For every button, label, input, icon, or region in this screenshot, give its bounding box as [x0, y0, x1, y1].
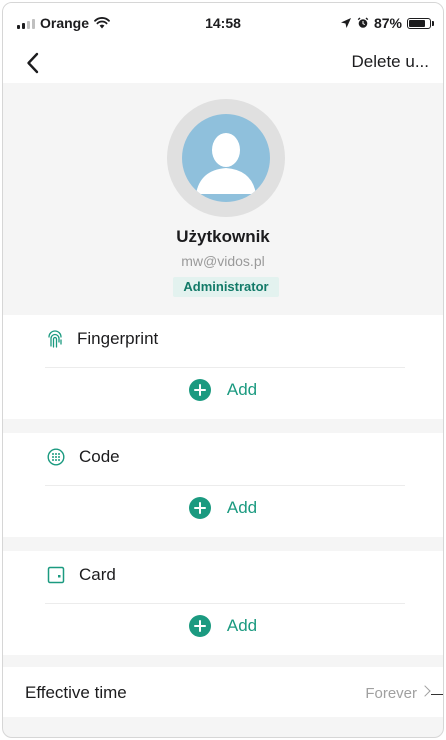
add-label: Add [226, 616, 258, 635]
code-section: Code Add [3, 433, 443, 537]
fingerprint-label: Fingerprint [77, 329, 159, 348]
add-fingerprint-button[interactable]: Add [3, 379, 443, 401]
add-code-button[interactable]: Add [3, 497, 443, 519]
avatar[interactable] [182, 114, 270, 202]
divider [45, 603, 405, 604]
card-label: Card [79, 565, 116, 584]
back-button[interactable] [19, 49, 47, 77]
add-label: Add [226, 380, 258, 399]
card-section: Card Add [3, 551, 443, 655]
plus-circle-icon [188, 615, 211, 637]
user-name: Użytkownik [176, 227, 270, 246]
code-header: Code [47, 447, 120, 467]
delete-user-button[interactable]: Delete u... [352, 52, 430, 72]
add-label: Add [226, 498, 258, 517]
keypad-icon [47, 448, 65, 466]
nav-bar: Delete u... [3, 43, 443, 83]
add-card-button[interactable]: Add [3, 615, 443, 637]
avatar-ring [167, 99, 285, 217]
profile-section: Użytkownik mw@vidos.pl Administrator [3, 83, 443, 313]
user-email: mw@vidos.pl [181, 253, 265, 269]
card-header: Card [47, 565, 116, 585]
trailing-line [431, 694, 443, 695]
status-right: 87% [340, 15, 434, 31]
battery-icon [407, 17, 434, 29]
code-label: Code [79, 447, 120, 466]
plus-circle-icon [188, 379, 211, 401]
role-badge: Administrator [173, 277, 279, 297]
status-bar: Orange 14:58 87% [3, 3, 443, 43]
app-screen: Orange 14:58 87% Delete u... Użytkownik … [2, 2, 444, 738]
fingerprint-section: Fingerprint Add [3, 315, 443, 419]
battery-percent: 87% [373, 15, 402, 31]
alarm-icon [357, 17, 369, 28]
user-silhouette-icon [196, 133, 256, 194]
fingerprint-icon [48, 330, 62, 348]
card-icon [47, 566, 65, 584]
divider [45, 485, 405, 486]
location-icon [340, 18, 351, 28]
chevron-right-icon [419, 685, 431, 697]
effective-time-label: Effective time [25, 683, 127, 702]
effective-time-row[interactable]: Effective time Forever [3, 667, 443, 717]
fingerprint-header: Fingerprint [47, 329, 158, 349]
effective-time-value: Forever [365, 685, 417, 702]
chevron-left-icon [27, 52, 39, 74]
plus-circle-icon [188, 497, 211, 519]
divider [45, 367, 405, 368]
